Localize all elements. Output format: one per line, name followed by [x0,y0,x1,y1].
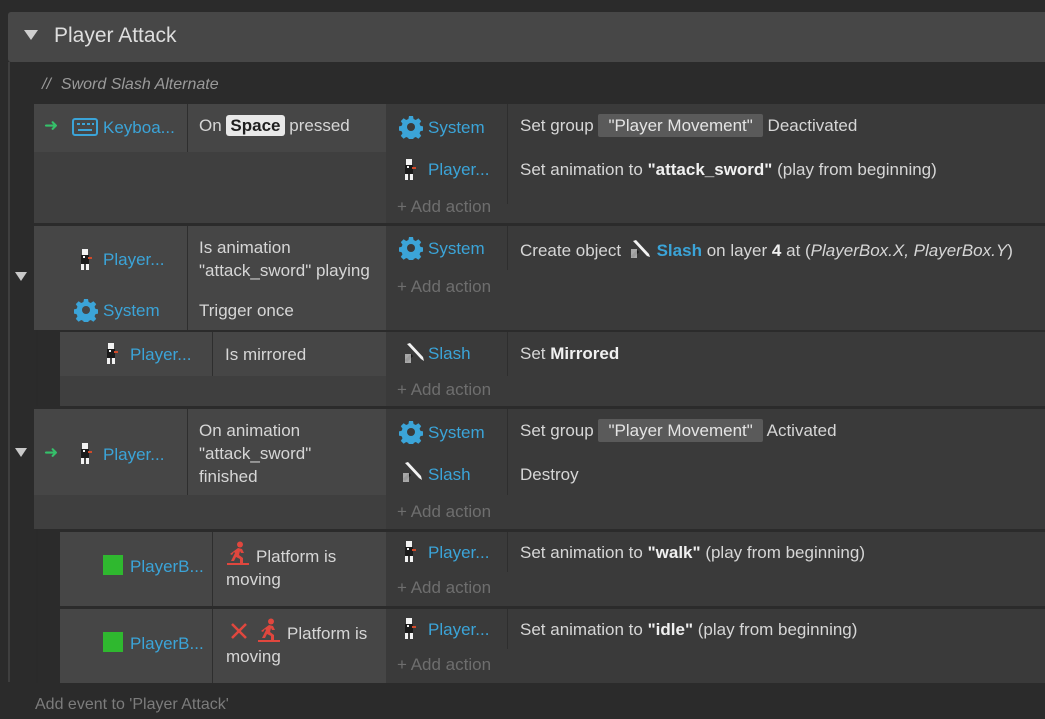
action-object-player[interactable]: Player... [428,543,489,563]
subevent-is-mirrored[interactable]: Player... Is mirrored Slash Set Mirrored… [60,332,1045,406]
player-sprite-icon [78,248,94,277]
add-action-button[interactable]: + Add action [397,502,491,522]
group-title: Player Attack [54,24,177,47]
action-set-group[interactable]: Set group "Player Movement" Activated [520,419,837,442]
action-set-animation[interactable]: Set animation to "attack_sword" (play fr… [520,160,937,180]
platform-object-icon [103,555,123,575]
add-action-button[interactable]: + Add action [397,578,491,598]
condition-trigger-once[interactable]: Trigger once [199,301,294,321]
player-sprite-icon [402,617,418,646]
comment-slashes: // [42,76,51,93]
condition-is-mirrored[interactable]: Is mirrored [225,345,306,365]
subevent-platform-not-moving[interactable]: PlayerB... Platform is moving Player... … [60,609,1045,683]
condition-object-player[interactable]: Player... [103,250,164,270]
add-action-button[interactable]: + Add action [397,277,491,297]
gear-icon [73,298,99,327]
action-object-player[interactable]: Player... [428,620,489,640]
slash-sprite-icon [404,342,426,369]
action-set-animation-walk[interactable]: Set animation to "walk" (play from begin… [520,543,865,563]
condition-object-keyboard[interactable]: Keyboa... [103,118,175,138]
action-create-object[interactable]: Create object Slash on layer 4 at (Playe… [520,239,1013,261]
player-sprite-icon [402,540,418,569]
condition-object-player[interactable]: Player... [103,445,164,465]
condition-object-playerbox[interactable]: PlayerB... [130,634,204,654]
platform-object-icon [103,632,123,652]
condition-platform-is-moving[interactable]: Platform is [256,547,336,567]
platform-behavior-icon [226,541,250,570]
action-object-system[interactable]: System [428,423,485,443]
condition-on-animation-finished[interactable]: On animation [199,421,300,441]
subevent-platform-moving[interactable]: PlayerB... Platform is moving Player... … [60,532,1045,606]
gear-icon [398,420,424,449]
action-object-system[interactable]: System [428,239,485,259]
action-set-animation-idle[interactable]: Set animation to "idle" (play from begin… [520,620,857,640]
collapse-triangle-icon[interactable] [15,272,27,281]
add-action-button[interactable]: + Add action [397,380,491,400]
comment[interactable]: // Sword Slash Alternate [42,76,219,94]
add-event-to-group[interactable]: Add event to 'Player Attack' [35,696,229,714]
event-keyboard-space[interactable]: ➜ Keyboa... On Space pressed System Set … [34,104,1045,223]
collapse-triangle-icon[interactable] [15,448,27,457]
player-sprite-icon [104,342,120,371]
trigger-arrow-icon: ➜ [44,443,59,462]
subevent-indent-line [36,529,38,683]
group-name-pill: "Player Movement" [598,114,763,137]
condition-text[interactable]: On Space pressed [199,115,350,136]
condition-object-playerbox[interactable]: PlayerB... [130,557,204,577]
action-destroy[interactable]: Destroy [520,465,579,485]
event-animation-playing[interactable]: Player... Is animation "attack_sword" pl… [34,226,1045,330]
event-animation-finished[interactable]: ➜ Player... On animation "attack_sword" … [34,409,1045,529]
player-sprite-icon [78,442,94,471]
invert-x-icon [230,622,248,645]
action-object-slash[interactable]: Slash [428,344,471,364]
action-set-group[interactable]: Set group "Player Movement" Deactivated [520,114,857,137]
condition-platform-not-moving[interactable]: Platform is [287,624,367,644]
subevent-indent-line [36,330,38,406]
gear-icon [398,236,424,265]
action-object-system[interactable]: System [428,118,485,138]
condition-object-system[interactable]: System [103,301,160,321]
group-name-pill: "Player Movement" [598,419,763,442]
action-object-slash[interactable]: Slash [428,465,471,485]
condition-is-animation-playing[interactable]: Is animation [199,238,291,258]
player-sprite-icon [402,158,418,187]
keyboard-icon [72,118,98,141]
comment-text: Sword Slash Alternate [60,76,219,93]
key-badge: Space [226,115,285,136]
add-action-button[interactable]: + Add action [397,197,491,217]
platform-behavior-icon [257,618,281,647]
action-object-player[interactable]: Player... [428,160,489,180]
collapse-triangle-icon[interactable] [24,30,38,40]
action-set-mirrored[interactable]: Set Mirrored [520,344,619,364]
condition-object-player[interactable]: Player... [130,345,191,365]
group-header[interactable]: Player Attack [8,12,1045,62]
add-action-button[interactable]: + Add action [397,655,491,675]
slash-sprite-icon [630,239,652,259]
condition-is-animation-playing-line2: "attack_sword" playing [199,261,370,280]
group-indent-line [8,62,10,682]
gear-icon [398,115,424,144]
trigger-arrow-icon: ➜ [44,116,59,135]
slash-sprite-icon [402,461,424,488]
